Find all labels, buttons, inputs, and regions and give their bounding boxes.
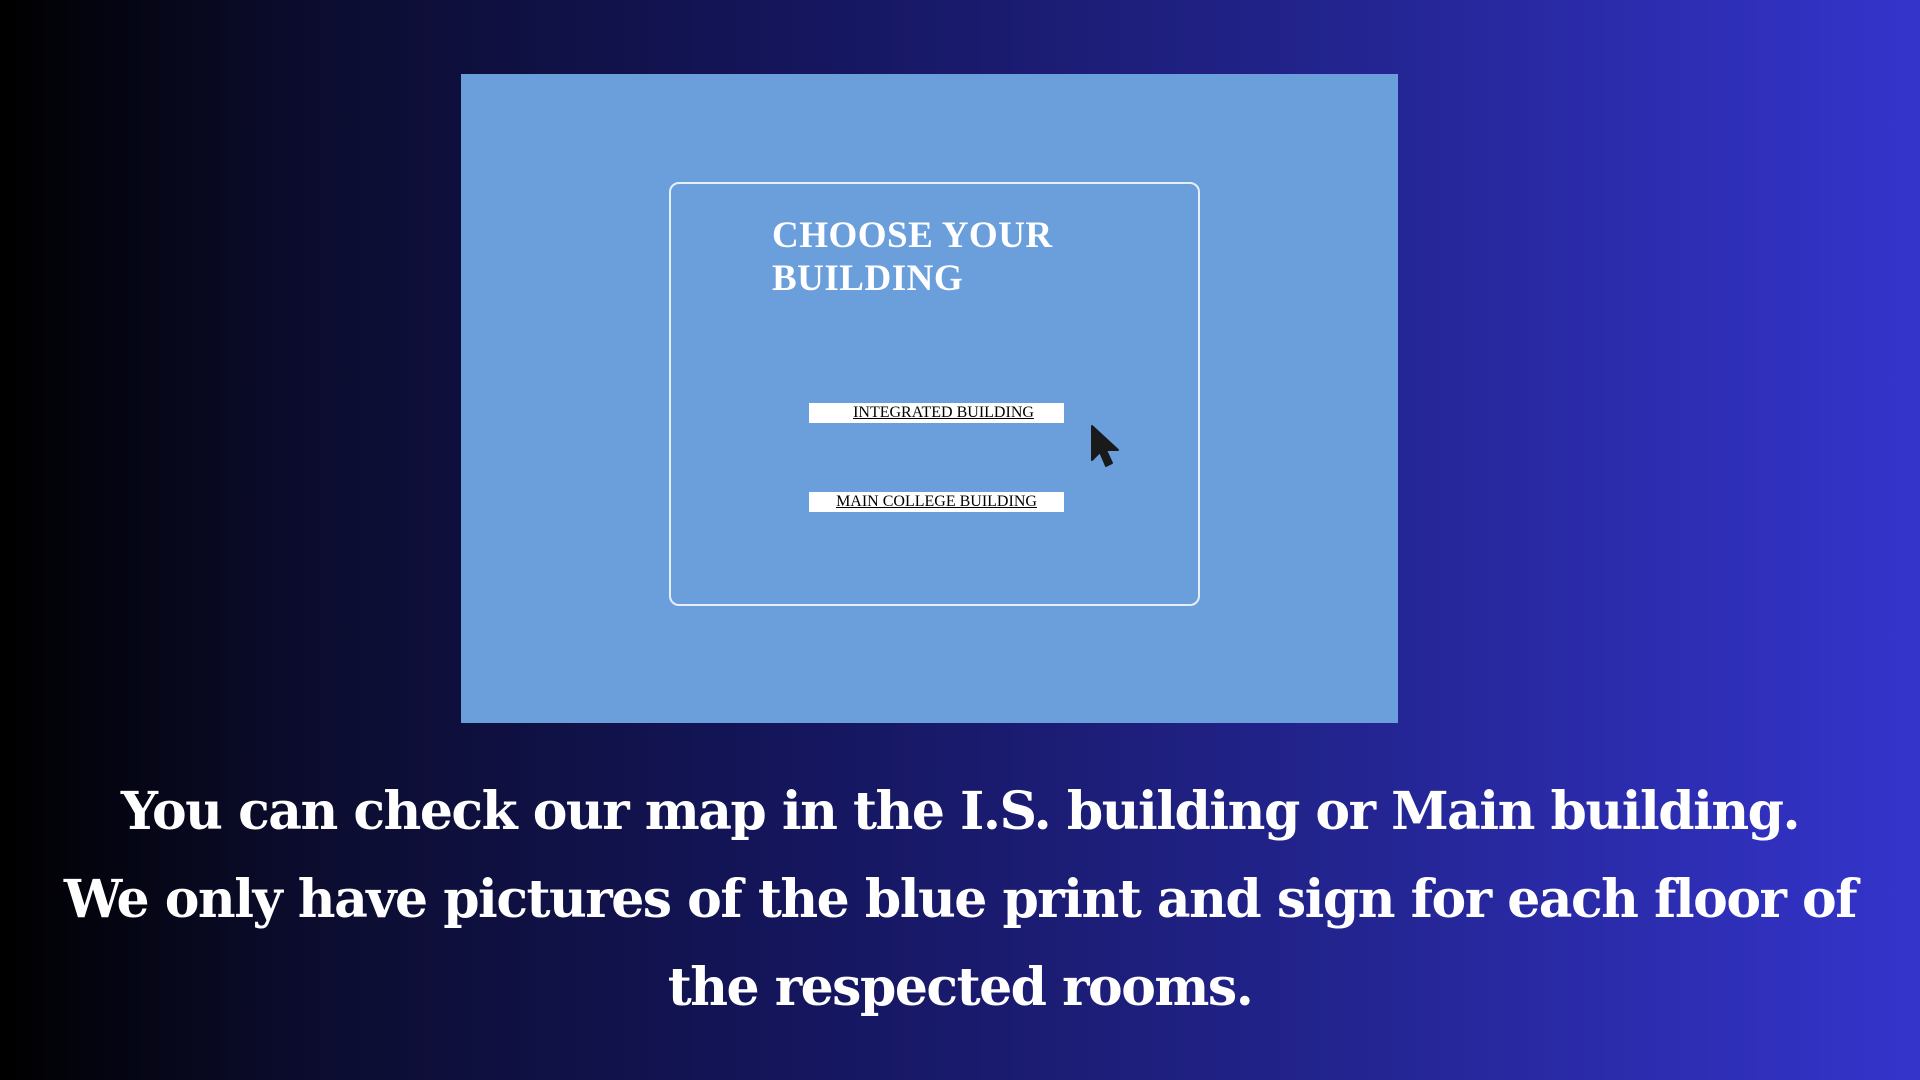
caption-line-2: We only have pictures of the blue print … (63, 869, 1858, 930)
caption-line-1: You can check our map in the I.S. buildi… (120, 781, 1801, 842)
caption: You can check our map in the I.S. buildi… (20, 768, 1900, 1032)
building-chooser-panel: CHOOSE YOUR BUILDING INTEGRATED BUILDING… (669, 182, 1200, 606)
caption-line-3: the respected rooms. (667, 957, 1254, 1018)
integrated-building-button[interactable]: INTEGRATED BUILDING (809, 403, 1064, 423)
app-screenshot: CHOOSE YOUR BUILDING INTEGRATED BUILDING… (461, 74, 1398, 723)
main-college-building-button[interactable]: MAIN COLLEGE BUILDING (809, 492, 1064, 512)
panel-title: CHOOSE YOUR BUILDING (772, 215, 1053, 299)
arrow-cursor-icon (1091, 425, 1119, 467)
